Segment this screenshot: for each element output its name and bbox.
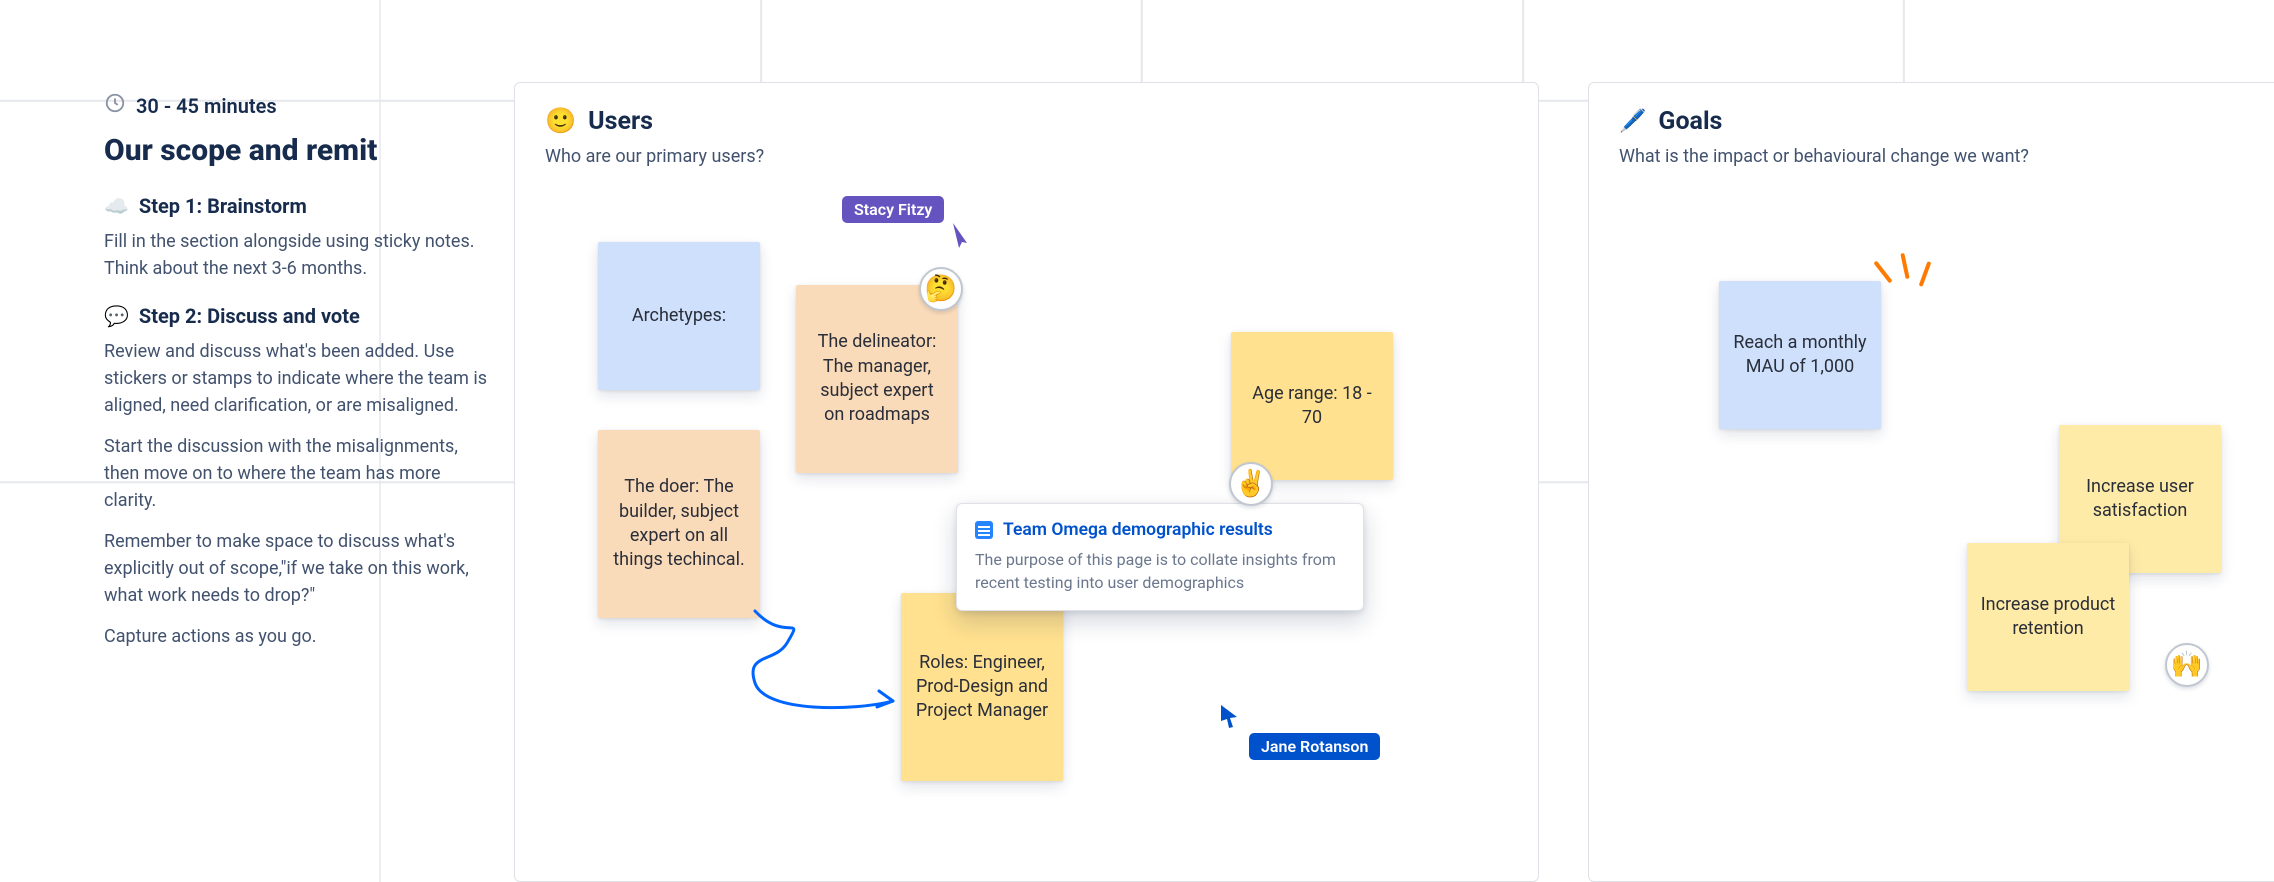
sidebar-instructions: 30 - 45 minutes Our scope and remit ☁️ S…	[104, 92, 489, 664]
board-users-title: Users	[588, 107, 653, 136]
step-2-label: Step 2: Discuss and vote	[139, 304, 360, 328]
presence-cursor-jane	[1219, 703, 1241, 729]
clock-icon	[104, 92, 126, 119]
sticky-retention-text: Increase product retention	[1979, 593, 2117, 642]
sticky-mau-text: Reach a monthly MAU of 1,000	[1731, 331, 1869, 380]
victory-icon: ✌️	[1235, 469, 1267, 499]
step-2-header: 💬 Step 2: Discuss and vote	[104, 304, 489, 328]
sticky-mau[interactable]: Reach a monthly MAU of 1,000	[1719, 281, 1881, 429]
link-card-title: Team Omega demographic results	[1003, 520, 1273, 540]
link-card-body: The purpose of this page is to collate i…	[975, 548, 1345, 594]
thinking-icon: 🤔	[925, 274, 957, 304]
presence-tag-stacy: Stacy Fitzy	[842, 196, 944, 223]
step-2-text-2: Start the discussion with the misalignme…	[104, 433, 489, 514]
time-estimate-row: 30 - 45 minutes	[104, 92, 489, 119]
sticky-satisfaction-text: Increase user satisfaction	[2071, 475, 2209, 524]
speech-icon: 💬	[104, 304, 129, 328]
smile-icon: 🙂	[545, 107, 576, 136]
board-users-title-row: 🙂 Users	[545, 107, 1508, 136]
board-goals-title: Goals	[1658, 107, 1722, 136]
link-card-demographics[interactable]: Team Omega demographic results The purpo…	[956, 503, 1364, 611]
step-2-text-1: Review and discuss what's been added. Us…	[104, 338, 489, 419]
presence-tag-jane: Jane Rotanson	[1249, 733, 1380, 760]
step-2-text-3: Remember to make space to discuss what's…	[104, 528, 489, 609]
step-1-header: ☁️ Step 1: Brainstorm	[104, 194, 489, 218]
sticky-age[interactable]: Age range: 18 - 70	[1231, 332, 1393, 480]
time-estimate-text: 30 - 45 minutes	[136, 94, 277, 118]
sticky-roles-text: Roles: Engineer, Prod-Design and Project…	[913, 651, 1051, 724]
board-goals-title-row: 🖊️ Goals	[1619, 107, 2274, 136]
raised-hands-icon: 🙌	[2171, 650, 2203, 680]
board-users-subtitle: Who are our primary users?	[545, 146, 1508, 167]
step-1-label: Step 1: Brainstorm	[139, 194, 307, 218]
step-1-text: Fill in the section alongside using stic…	[104, 228, 489, 282]
stamp-victory[interactable]: ✌️	[1229, 462, 1273, 506]
sticky-archetypes-text: Archetypes:	[632, 304, 726, 328]
board-goals[interactable]: 🖊️ Goals What is the impact or behaviour…	[1588, 82, 2274, 882]
sticky-doer-text: The doer: The builder, subject expert on…	[610, 475, 748, 572]
sticky-age-text: Age range: 18 - 70	[1243, 382, 1381, 431]
sticky-roles[interactable]: Roles: Engineer, Prod-Design and Project…	[901, 593, 1063, 781]
accent-strokes	[1881, 251, 1941, 291]
presence-cursor-stacy	[951, 221, 977, 249]
board-goals-subtitle: What is the impact or behavioural change…	[1619, 146, 2274, 167]
sticky-archetypes[interactable]: Archetypes:	[598, 242, 760, 390]
sticky-delineator-text: The delineator: The manager, subject exp…	[808, 330, 946, 427]
sticky-doer[interactable]: The doer: The builder, subject expert on…	[598, 430, 760, 618]
step-2-text-4: Capture actions as you go.	[104, 623, 489, 650]
sticky-retention[interactable]: Increase product retention	[1967, 543, 2129, 691]
doc-icon	[975, 521, 993, 539]
connector-arrow	[725, 603, 925, 733]
board-users[interactable]: 🙂 Users Who are our primary users? Stacy…	[514, 82, 1539, 882]
page-title: Our scope and remit	[104, 133, 489, 168]
stamp-thinking[interactable]: 🤔	[919, 267, 963, 311]
stamp-raised-hands[interactable]: 🙌	[2165, 643, 2209, 687]
pen-icon: 🖊️	[1619, 109, 1646, 134]
sticky-delineator[interactable]: The delineator: The manager, subject exp…	[796, 285, 958, 473]
cloud-icon: ☁️	[104, 194, 129, 218]
